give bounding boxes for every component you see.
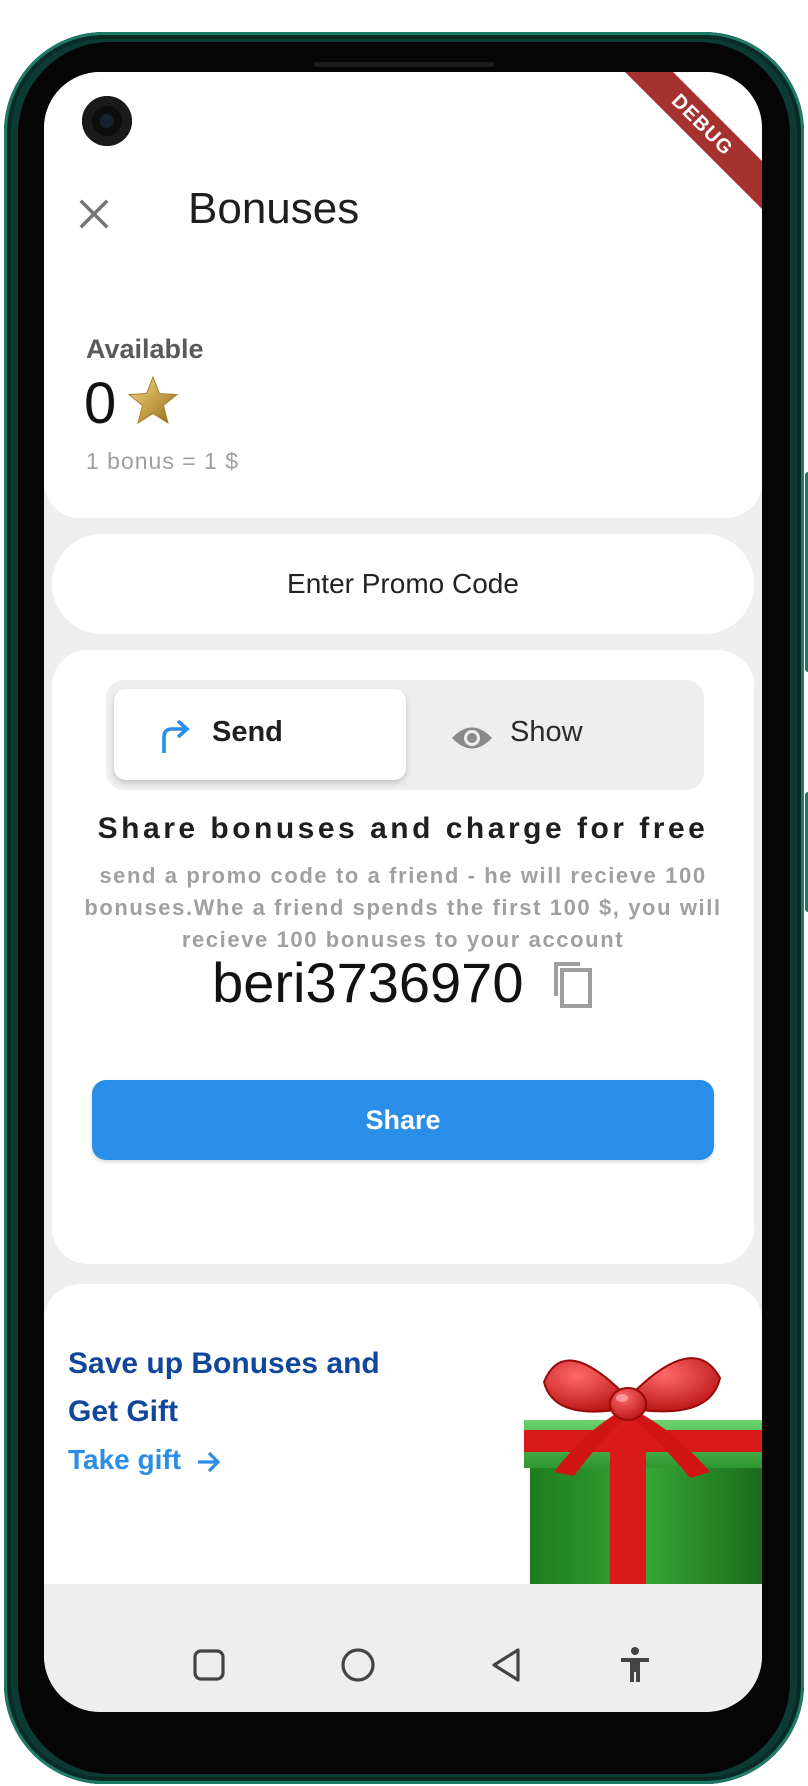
take-gift-label: Take gift xyxy=(68,1444,182,1475)
speaker-grille xyxy=(314,62,494,67)
eye-icon xyxy=(452,727,492,749)
share-headline: Share bonuses and charge for free xyxy=(97,812,709,845)
front-camera xyxy=(82,96,132,146)
share-description: send a promo code to a friend - he will … xyxy=(84,863,722,952)
system-nav-bar xyxy=(44,1618,762,1712)
promo-code-row: beri3736970 xyxy=(52,950,754,1015)
enter-promo-code-button[interactable]: Enter Promo Code xyxy=(52,534,754,634)
gift-box-image xyxy=(524,1357,762,1584)
copy-icon[interactable] xyxy=(550,958,594,1008)
share-button[interactable]: Share xyxy=(92,1080,714,1160)
balance-card: Bonuses Available 0 1 bonus = 1 $ xyxy=(44,72,762,518)
bonus-balance: 0 xyxy=(84,371,117,436)
page-title: Bonuses xyxy=(188,184,360,233)
home-icon[interactable] xyxy=(337,1644,379,1686)
tab-send[interactable]: Send xyxy=(114,689,406,780)
gift-promo-card: Save up Bonuses and Get Gift Take gift xyxy=(44,1284,762,1584)
bonus-rate: 1 bonus = 1 $ xyxy=(86,448,240,474)
available-label: Available xyxy=(86,334,204,364)
share-arrow-icon xyxy=(162,719,190,753)
tab-show[interactable]: Show xyxy=(414,689,696,780)
promo-code: beri3736970 xyxy=(212,951,524,1014)
gift-title: Save up Bonuses and Get Gift xyxy=(68,1347,380,1428)
close-button[interactable] xyxy=(74,194,114,234)
tab-show-label: Show xyxy=(510,716,583,748)
send-show-toggle: Send Show xyxy=(106,680,704,790)
take-gift-link[interactable]: Take gift xyxy=(68,1444,223,1476)
accessibility-icon[interactable] xyxy=(614,1644,656,1686)
arrow-right-icon xyxy=(197,1451,221,1472)
screen: 88 DEBUG Bonuses Available 0 1 bonus = 1… xyxy=(44,72,762,1712)
back-icon[interactable] xyxy=(486,1644,528,1686)
tab-send-label: Send xyxy=(212,716,283,748)
star-icon xyxy=(127,375,179,425)
recent-apps-icon[interactable] xyxy=(188,1644,230,1686)
close-icon xyxy=(79,199,109,229)
share-card: Send Show Share bonuses and charge for f… xyxy=(52,650,754,1264)
